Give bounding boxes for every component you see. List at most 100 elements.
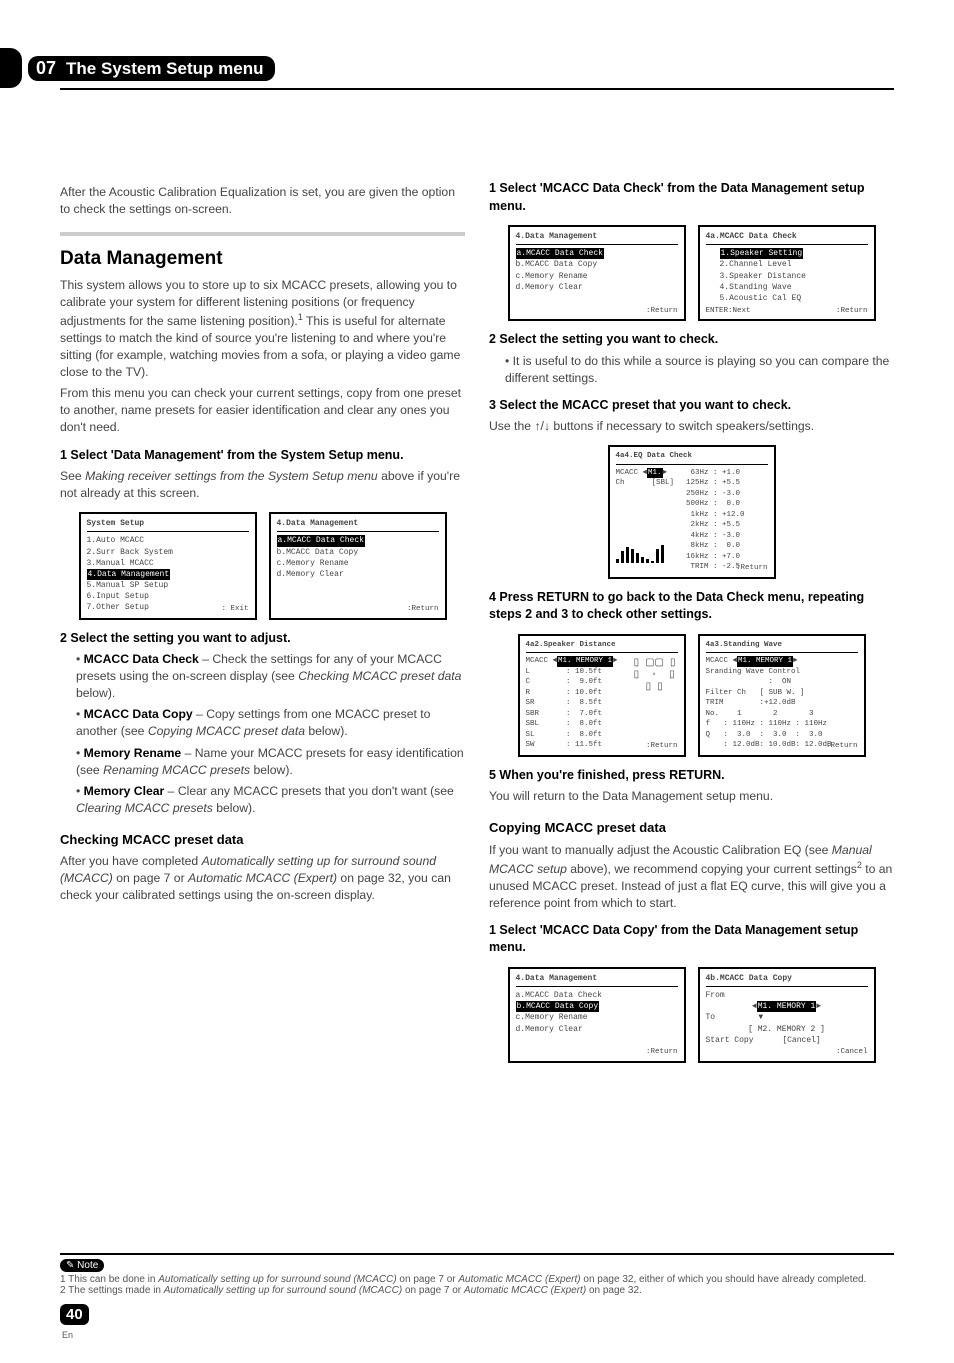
osd-line-selected: a.MCACC Data Check (277, 535, 365, 546)
step-heading: 1 Select 'MCACC Data Check' from the Dat… (489, 180, 894, 215)
osd-line: SL : 8.0ft (526, 730, 678, 741)
osd-line: c.Memory Rename (516, 1012, 678, 1023)
text: 1 This can be done in (60, 1274, 158, 1285)
subsection-heading: Copying MCACC preset data (489, 819, 894, 837)
bullet-item: • MCACC Data Copy – Copy settings from o… (76, 706, 465, 740)
text: If you want to manually adjust the Acous… (489, 843, 832, 857)
osd-line: d.Memory Clear (516, 282, 678, 293)
paragraph: After you have completed Automatically s… (60, 853, 465, 904)
osd-line: MCACC ◄M1. MEMORY 1► (706, 656, 858, 667)
text: below). (250, 763, 293, 777)
osd-line: 8kHz : 0.0 (682, 541, 745, 552)
bullet-item: • Memory Rename – Name your MCACC preset… (76, 745, 465, 779)
osd-footer: :Return (646, 741, 678, 752)
right-column: 1 Select 'MCACC Data Check' from the Dat… (489, 180, 894, 1073)
osd-line: 5.Manual SP Setup (87, 580, 249, 591)
osd-line: 1kHz : +12.0 (682, 510, 745, 521)
step-heading: 1 Select 'MCACC Data Copy' from the Data… (489, 922, 894, 957)
intro-paragraph: After the Acoustic Calibration Equalizat… (60, 184, 465, 218)
osd-line: Start Copy [Cancel] (706, 1035, 868, 1046)
osd-title: 4a3.Standing Wave (706, 640, 858, 654)
osd-title: System Setup (87, 518, 249, 532)
bullet-label: MCACC Data Copy (84, 707, 193, 721)
osd-line: f : 110Hz : 110Hz : 110Hz (706, 719, 858, 730)
paragraph: Use the ↑/↓ buttons if necessary to swit… (489, 418, 894, 435)
osd-line: From (706, 990, 868, 1001)
osd-speaker-distance: 4a2.Speaker Distance MCACC ◄M1. MEMORY 1… (518, 634, 686, 757)
osd-line: Q : 3.0 : 3.0 : 3.0 (706, 730, 858, 741)
subsection-heading: Checking MCACC preset data (60, 831, 465, 849)
osd-system-setup: System Setup 1.Auto MCACC 2.Surr Back Sy… (79, 512, 257, 620)
step-heading: 2 Select the setting you want to check. (489, 331, 894, 349)
text: below). (76, 686, 115, 700)
osd-line: 2.Channel Level (720, 259, 868, 270)
footnote: 2 The settings made in Automatically set… (60, 1285, 894, 1296)
osd-title: 4.Data Management (516, 973, 678, 987)
osd-line: 6.Input Setup (87, 591, 249, 602)
osd-line: Sranding Wave Control (706, 667, 858, 678)
osd-line: 2.Surr Back System (87, 547, 249, 558)
text: buttons if necessary to switch speakers/… (550, 419, 814, 433)
osd-footer: :Return (646, 1047, 678, 1058)
osd-line: 63Hz : +1.0 (682, 468, 745, 479)
note-badge: ✎ Note (60, 1259, 104, 1272)
osd-data-check: 4a.MCACC Data Check 1.Speaker Setting 2.… (698, 225, 876, 321)
bullet-item: • Memory Clear – Clear any MCACC presets… (76, 783, 465, 817)
bullet-label: MCACC Data Check (84, 652, 199, 666)
page-language: En (62, 1330, 73, 1340)
text-italic: Automatically setting up for surround so… (164, 1285, 402, 1296)
osd-row: 4a2.Speaker Distance MCACC ◄M1. MEMORY 1… (489, 634, 894, 757)
osd-footer: : Exit (221, 604, 248, 615)
text-italic: Automatic MCACC (Expert) (188, 871, 337, 885)
text: After you have completed (60, 854, 202, 868)
bullet-label: Memory Rename (84, 746, 182, 760)
bullet-item: • MCACC Data Check – Check the settings … (76, 651, 465, 702)
osd-line: c.Memory Rename (516, 271, 678, 282)
osd-line: SBR : 7.0ft (526, 709, 678, 720)
bullet-label: Memory Clear (84, 784, 165, 798)
step-heading: 4 Press RETURN to go back to the Data Ch… (489, 589, 894, 624)
osd-title: 4b.MCACC Data Copy (706, 973, 868, 987)
osd-line-selected: 1.Speaker Setting (720, 248, 804, 259)
osd-line: c.Memory Rename (277, 558, 439, 569)
osd-line: To ▼ (706, 1012, 868, 1023)
osd-line: d.Memory Clear (516, 1024, 678, 1035)
text-italic: Clearing MCACC presets (76, 801, 213, 815)
osd-line: TRIM :+12.0dB (706, 698, 858, 709)
osd-footer: ENTER:Next (706, 306, 751, 317)
osd-title: 4a2.Speaker Distance (526, 640, 678, 654)
text: below). (305, 724, 348, 738)
page-number-value: 40 (60, 1304, 89, 1325)
header-divider (60, 88, 894, 90)
text: Start Copy (706, 1036, 754, 1045)
osd-data-management: 4.Data Management a.MCACC Data Check b.M… (508, 967, 686, 1063)
section-rule (60, 232, 465, 236)
chapter-title: The System Setup menu (66, 59, 263, 79)
note-icon: ✎ (66, 1260, 77, 1271)
osd-hi: M1. MEMORY 1 (737, 656, 793, 667)
osd-line: No. 1 2 3 (706, 709, 858, 720)
osd-line: 250Hz : -3.0 (682, 489, 745, 500)
osd-line: d.Memory Clear (277, 569, 439, 580)
osd-data-copy: 4b.MCACC Data Copy From ◄M1. MEMORY 1► T… (698, 967, 876, 1063)
text: To (706, 1013, 716, 1022)
osd-title: 4a4.EQ Data Check (616, 451, 768, 465)
osd-standing-wave: 4a3.Standing Wave MCACC ◄M1. MEMORY 1► S… (698, 634, 866, 757)
osd-line: 500Hz : 0.0 (682, 499, 745, 510)
step-heading: 2 Select the setting you want to adjust. (60, 630, 465, 648)
chapter-bar: 07 The System Setup menu (28, 56, 275, 81)
text-italic: Automatic MCACC (Expert) (464, 1285, 586, 1296)
step-heading: 1 Select 'Data Management' from the Syst… (60, 447, 465, 465)
osd-title: 4a.MCACC Data Check (706, 231, 868, 245)
osd-line: 3.Speaker Distance (720, 271, 868, 282)
paragraph: From this menu you can check your curren… (60, 385, 465, 436)
osd-hi: M1. MEMORY 1 (557, 656, 613, 667)
osd-line: Ch [SBL] (616, 478, 682, 489)
footnote: 1 This can be done in Automatically sett… (60, 1274, 894, 1285)
osd-line: ◄M1. MEMORY 1► (706, 1001, 868, 1012)
notes-section: ✎ Note 1 This can be done in Automatical… (60, 1253, 894, 1296)
page-number: 40 En (60, 1304, 894, 1343)
eq-graph-icon (616, 543, 674, 563)
osd-line: : ON (706, 677, 858, 688)
osd-footer: :Return (407, 604, 439, 615)
